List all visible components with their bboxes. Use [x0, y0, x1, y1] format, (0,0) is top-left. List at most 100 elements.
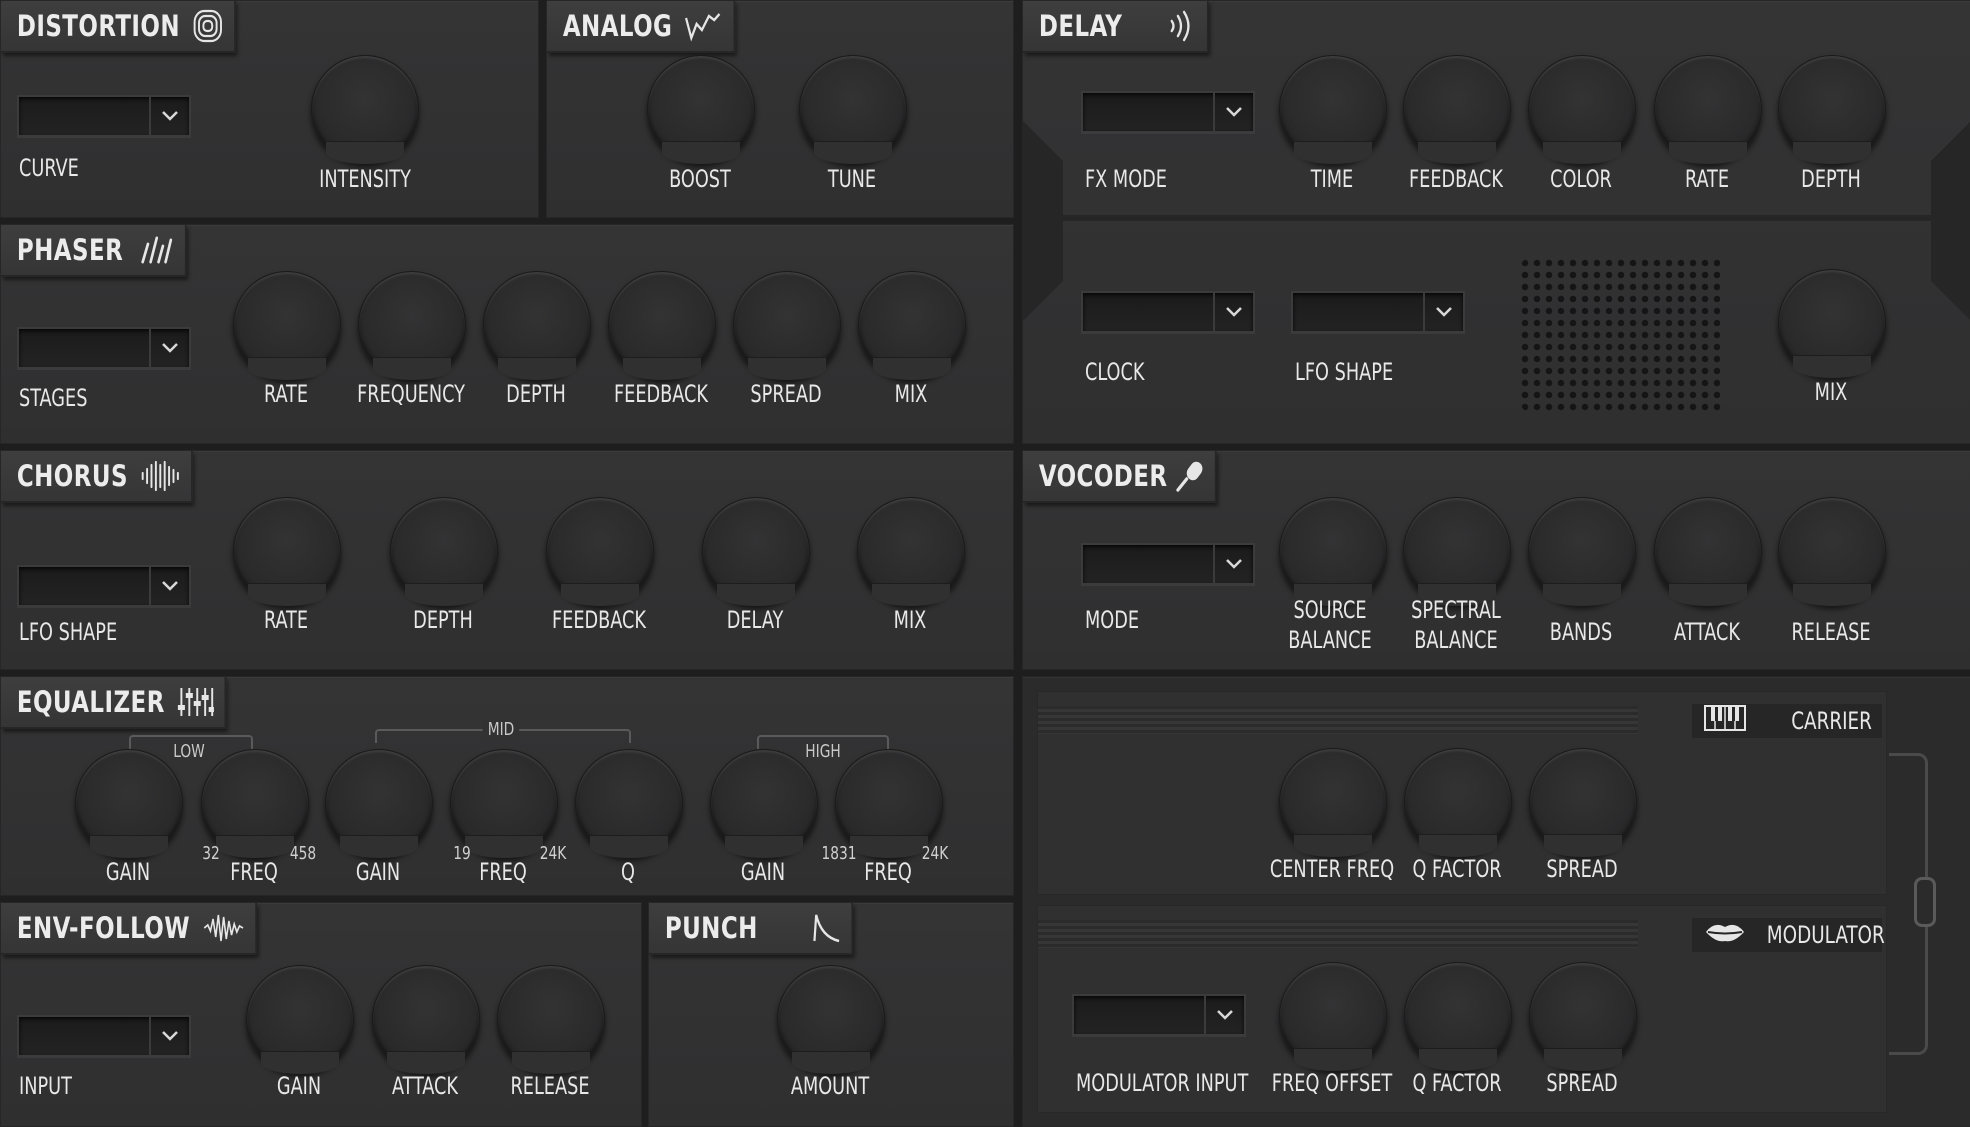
phaser-rate-knob[interactable]: [233, 271, 341, 380]
chevron-down-icon: [149, 1017, 189, 1055]
tune-label: TUNE: [827, 165, 877, 193]
eq-low-freq-label: FREQ: [230, 858, 278, 886]
envelope-wave-icon: [202, 911, 244, 945]
fx-mode-dropdown[interactable]: [1081, 91, 1255, 133]
chorus-depth-knob[interactable]: [390, 497, 498, 606]
modulator-freq-offset-knob[interactable]: [1279, 962, 1387, 1071]
env-attack-knob[interactable]: [372, 965, 480, 1074]
eq-mid-gain-knob[interactable]: [325, 749, 433, 858]
carrier-spread-knob[interactable]: [1529, 748, 1637, 857]
speaker-grille: [1519, 257, 1725, 413]
eq-mid-gain-label: GAIN: [355, 858, 401, 886]
clock-label: CLOCK: [1085, 358, 1145, 386]
modulator-stripe: [1038, 920, 1638, 948]
vocoder-attack-knob[interactable]: [1654, 497, 1762, 606]
chorus-mix-knob[interactable]: [857, 497, 965, 606]
vocoder-title: VOCODER: [1023, 451, 1217, 503]
env-release-knob[interactable]: [497, 965, 605, 1074]
boost-knob[interactable]: [647, 55, 755, 164]
spiral-icon: [192, 8, 224, 44]
chevron-down-icon: [1204, 996, 1244, 1034]
chorus-bars-icon: [140, 459, 180, 493]
delay-mix-knob[interactable]: [1778, 269, 1886, 378]
chorus-delay-label: DELAY: [726, 606, 784, 634]
bands-label: BANDS: [1549, 618, 1613, 646]
bands-knob[interactable]: [1528, 497, 1636, 606]
eq-high-gain-knob[interactable]: [710, 749, 818, 858]
waveform-icon: [685, 10, 724, 42]
vocoder-panel: VOCODER MODE SOURCE BALANCE SPECTRAL BAL…: [1022, 450, 1970, 670]
eq-mid-freq-knob[interactable]: [450, 749, 558, 858]
phaser-depth-knob[interactable]: [483, 271, 591, 380]
delay-lfo-shape-dropdown[interactable]: [1291, 291, 1465, 333]
vocoder-mode-dropdown[interactable]: [1081, 543, 1255, 585]
stages-dropdown[interactable]: [17, 327, 191, 369]
delay-title: DELAY: [1023, 1, 1209, 53]
modulator-q-factor-knob[interactable]: [1404, 962, 1512, 1071]
delay-left-notch: [1023, 121, 1063, 321]
punch-curve-icon: [811, 911, 841, 945]
tune-knob[interactable]: [799, 55, 907, 164]
delay-depth-label: DEPTH: [1801, 165, 1861, 193]
delay-time-knob[interactable]: [1279, 55, 1387, 164]
source-balance-label-line1: SOURCE: [1293, 596, 1367, 624]
delay-color-knob[interactable]: [1528, 55, 1636, 164]
chorus-lfo-shape-dropdown[interactable]: [17, 565, 191, 607]
delay-depth-knob[interactable]: [1778, 55, 1886, 164]
source-balance-knob[interactable]: [1279, 497, 1387, 606]
env-input-dropdown[interactable]: [17, 1015, 191, 1057]
distortion-panel: DISTORTION CURVE INTENSITY: [0, 0, 539, 218]
eq-mid-q-knob[interactable]: [575, 749, 683, 858]
modulator-subpanel: MODULATOR MODULATOR INPUT FREQ OFFSET Q …: [1037, 905, 1887, 1113]
phaser-title: PHASER: [1, 225, 187, 277]
eq-mid-max: 24K: [539, 843, 567, 864]
carrier-spread-label: SPREAD: [1546, 855, 1618, 883]
delay-mix-label: MIX: [1814, 378, 1848, 406]
phaser-mix-knob[interactable]: [858, 271, 966, 380]
modulator-input-dropdown[interactable]: [1072, 994, 1246, 1036]
delay-rate-knob[interactable]: [1654, 55, 1762, 164]
chevron-down-icon: [149, 567, 189, 605]
modulator-label: MODULATOR: [1766, 921, 1885, 949]
chorus-feedback-knob[interactable]: [546, 497, 654, 606]
lips-icon: [1704, 919, 1746, 951]
env-input-label: INPUT: [19, 1072, 72, 1100]
chorus-panel: CHORUS LFO SHAPE RATE DEPTH FEEDBACK DEL…: [0, 450, 1014, 670]
phaser-feedback-knob[interactable]: [608, 271, 716, 380]
delay-divider: [1061, 215, 1933, 221]
vocoder-release-knob[interactable]: [1778, 497, 1886, 606]
carrier-stripe: [1038, 706, 1638, 734]
punch-panel: PUNCH AMOUNT: [648, 902, 1014, 1127]
phaser-rate-label: RATE: [263, 380, 309, 408]
clock-dropdown[interactable]: [1081, 291, 1255, 333]
punch-amount-knob[interactable]: [777, 965, 885, 1074]
modulator-spread-knob[interactable]: [1529, 962, 1637, 1071]
eq-low-max: 458: [289, 843, 317, 864]
delay-color-label: COLOR: [1550, 165, 1612, 193]
spectral-balance-label-line1: SPECTRAL: [1411, 596, 1501, 624]
carrier-q-factor-knob[interactable]: [1404, 748, 1512, 857]
delay-rate-label: RATE: [1684, 165, 1730, 193]
spectral-balance-knob[interactable]: [1403, 497, 1511, 606]
delay-feedback-knob[interactable]: [1403, 55, 1511, 164]
eq-mid-q-label: Q: [621, 858, 635, 886]
phaser-frequency-knob[interactable]: [358, 271, 466, 380]
high-group-label: HIGH: [800, 741, 846, 762]
eq-high-freq-knob[interactable]: [835, 749, 943, 858]
fx-mode-label: FX MODE: [1085, 165, 1167, 193]
chorus-delay-knob[interactable]: [702, 497, 810, 606]
carrier-center-freq-knob[interactable]: [1279, 748, 1387, 857]
eq-low-freq-knob[interactable]: [201, 749, 309, 858]
env-gain-knob[interactable]: [246, 965, 354, 1074]
chorus-rate-knob[interactable]: [233, 497, 341, 606]
chevron-down-icon: [1213, 293, 1253, 331]
intensity-knob[interactable]: [311, 55, 419, 164]
microphone-icon: [1175, 459, 1205, 493]
eq-low-gain-knob[interactable]: [75, 749, 183, 858]
mid-group-label: MID: [482, 719, 520, 740]
delay-right-notch: [1931, 121, 1970, 321]
curve-dropdown[interactable]: [17, 95, 191, 137]
phaser-spread-knob[interactable]: [733, 271, 841, 380]
eq-high-min: 1831: [821, 843, 857, 864]
modulator-spread-label: SPREAD: [1546, 1069, 1618, 1097]
